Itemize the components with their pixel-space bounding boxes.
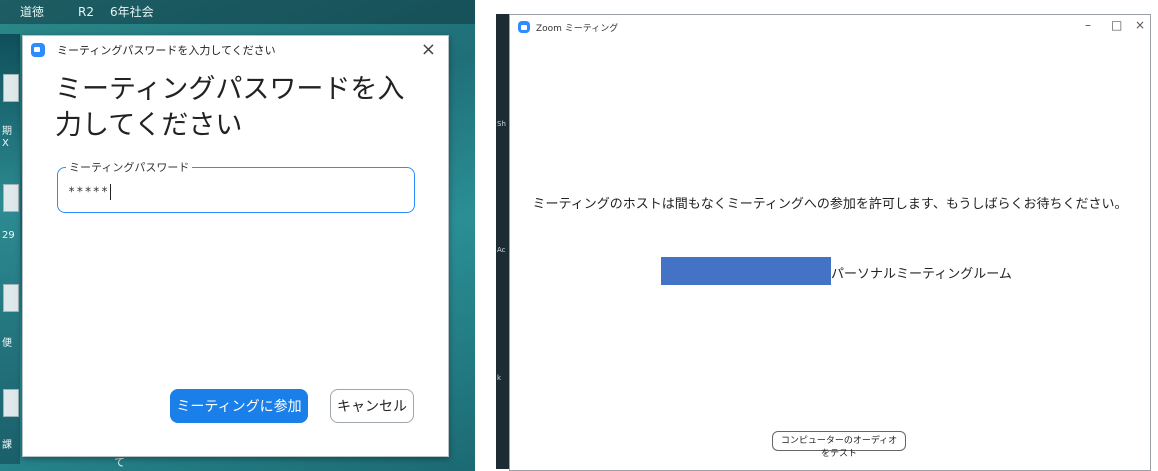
dialog-title: ミーティングパスワードを入力してください [57, 44, 276, 57]
room-label: パーソナルミーティングルーム [831, 267, 1012, 282]
password-value: ***** [68, 184, 110, 199]
desktop-label: 29 [2, 230, 15, 241]
desktop-item-2[interactable]: R2 [78, 0, 94, 24]
password-field-label: ミーティングパスワード [66, 159, 193, 175]
cancel-button[interactable]: キャンセル [330, 389, 414, 423]
dialog-titlebar: ミーティングパスワードを入力してください × [23, 36, 448, 64]
join-meeting-button[interactable]: ミーティングに参加 [170, 389, 308, 423]
desktop-file-icon[interactable] [3, 184, 19, 212]
close-icon[interactable]: × [1135, 18, 1145, 32]
text-caret [110, 184, 112, 200]
desktop-label: X [2, 138, 9, 149]
password-input[interactable]: ***** [68, 184, 112, 200]
window-title: Zoom ミーティング [536, 24, 619, 34]
desktop-file-icon[interactable] [3, 284, 19, 312]
desktop-label: 課 [2, 440, 12, 451]
desktop-label: 便 [2, 338, 12, 349]
edge-label: Ac [497, 246, 506, 254]
maximize-icon[interactable]: □ [1111, 18, 1122, 32]
zoom-logo-icon [518, 21, 530, 33]
dialog-heading: ミーティングパスワードを入力してください [55, 74, 405, 141]
minimize-icon[interactable]: – [1085, 18, 1091, 32]
desktop-file-icon[interactable] [3, 74, 19, 102]
window-titlebar: Zoom ミーティング – □ × [510, 15, 1150, 39]
zoom-logo-icon [31, 43, 45, 57]
desktop-top-strip: 道徳 R2 6年社会 [0, 0, 475, 24]
close-icon[interactable]: × [421, 39, 436, 60]
desktop-item-3[interactable]: 6年社会 [110, 0, 154, 24]
password-field[interactable]: ミーティングパスワード ***** [57, 159, 415, 213]
desktop-item-1[interactable]: 道徳 [20, 0, 44, 24]
desktop-label: 期 [2, 126, 12, 137]
test-audio-button[interactable]: コンピューターのオーディオをテスト [772, 431, 906, 459]
desktop-icon-strip: 期 X 29 便 課 [0, 34, 20, 464]
zoom-meeting-window: Zoom ミーティング – □ × ミーティングのホストは間もなくミーティングへ… [509, 14, 1151, 471]
redacted-host-name [661, 257, 831, 285]
edge-label: Sh [497, 120, 506, 128]
desktop-file-icon[interactable] [3, 389, 19, 417]
desktop-background: 道徳 R2 6年社会 期 X 29 便 課 て ミーティングパスワードを入力して… [0, 0, 475, 471]
edge-label: k [497, 374, 502, 382]
password-dialog: ミーティングパスワードを入力してください × ミーティングパスワードを入力してく… [22, 35, 449, 457]
waiting-message: ミーティングのホストは間もなくミーティングへの参加を許可します、もうしばらくお待… [532, 197, 1128, 212]
background-window-edge: Sh Ac k [496, 14, 509, 469]
